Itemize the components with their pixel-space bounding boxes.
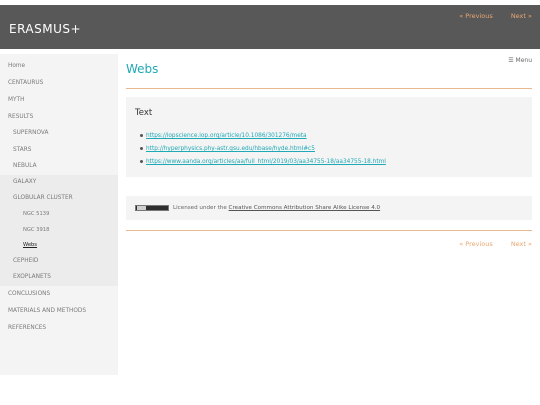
panel-heading: Text	[135, 108, 153, 118]
sidebar-item-globular-cluster[interactable]: GLOBULAR CLUSTER	[13, 195, 73, 201]
reference-link[interactable]: http://hyperphysics.phy-astr.gsu.edu/hba…	[146, 146, 315, 152]
license-bar: Licensed under the Creative Commons Attr…	[126, 196, 532, 220]
sidebar-item-references[interactable]: REFERENCES	[8, 325, 46, 331]
sidebar-item-centaurus[interactable]: CENTAURUS	[8, 80, 43, 86]
sidebar-item-conclusions[interactable]: CONCLUSIONS	[8, 291, 50, 297]
sidebar-item-exoplanets[interactable]: EXOPLANETS	[13, 274, 51, 280]
sidebar-item-home[interactable]: Home	[8, 63, 25, 69]
list-item: http://hyperphysics.phy-astr.gsu.edu/hba…	[140, 145, 386, 158]
sidebar-item-ngc-5139[interactable]: NGC 5139	[23, 211, 49, 217]
sidebar-item-results[interactable]: RESULTS	[8, 114, 33, 120]
menu-toggle-button[interactable]: ☰ Menu	[508, 57, 532, 64]
sidebar-item-cepheid[interactable]: CEPHEID	[13, 258, 38, 264]
sidebar-item-webs[interactable]: Webs	[23, 242, 37, 248]
list-item: https://iopscience.iop.org/article/10.10…	[140, 132, 386, 145]
next-link[interactable]: Next »	[511, 240, 532, 248]
bottom-pagination: « Previous Next »	[443, 240, 532, 248]
previous-link[interactable]: « Previous	[459, 240, 493, 248]
license-text: Licensed under the Creative Commons Attr…	[173, 205, 380, 211]
sidebar-item-galaxy[interactable]: GALAXY	[13, 179, 36, 185]
list-item: https://www.aanda.org/articles/aa/full_h…	[140, 158, 386, 171]
sidebar-item-materials-and-methods[interactable]: MATERIALS AND METHODS	[8, 308, 86, 314]
sidebar-item-supernova[interactable]: SUPERNOVA	[13, 130, 48, 136]
reference-link-list: https://iopscience.iop.org/article/10.10…	[140, 132, 386, 171]
sidebar-item-ngc-3918[interactable]: NGC 3918	[23, 227, 49, 233]
reference-link[interactable]: https://www.aanda.org/articles/aa/full_h…	[146, 159, 386, 165]
reference-link[interactable]: https://iopscience.iop.org/article/10.10…	[146, 133, 307, 139]
sidebar-nav: Home CENTAURUS MYTH RESULTS SUPERNOVA ST…	[0, 54, 118, 375]
sidebar-item-myth[interactable]: MYTH	[8, 97, 24, 103]
license-link[interactable]: Creative Commons Attribution Share Alike…	[229, 205, 381, 211]
license-prefix: Licensed under the	[173, 205, 229, 211]
footer-divider	[126, 230, 532, 231]
sidebar-item-stars[interactable]: STARS	[13, 147, 31, 153]
text-panel: Text https://iopscience.iop.org/article/…	[126, 97, 532, 177]
cc-by-sa-icon[interactable]	[135, 205, 169, 211]
previous-link[interactable]: « Previous	[459, 12, 493, 20]
page-title: Webs	[126, 62, 159, 76]
site-title[interactable]: ERASMUS+	[9, 22, 81, 36]
sidebar-item-nebula[interactable]: NEBULA	[13, 163, 37, 169]
site-header: ERASMUS+ « Previous Next »	[0, 5, 540, 49]
top-pagination: « Previous Next »	[443, 12, 532, 20]
title-divider	[126, 88, 532, 89]
sidebar-active-section	[0, 175, 118, 286]
next-link[interactable]: Next »	[511, 12, 532, 20]
